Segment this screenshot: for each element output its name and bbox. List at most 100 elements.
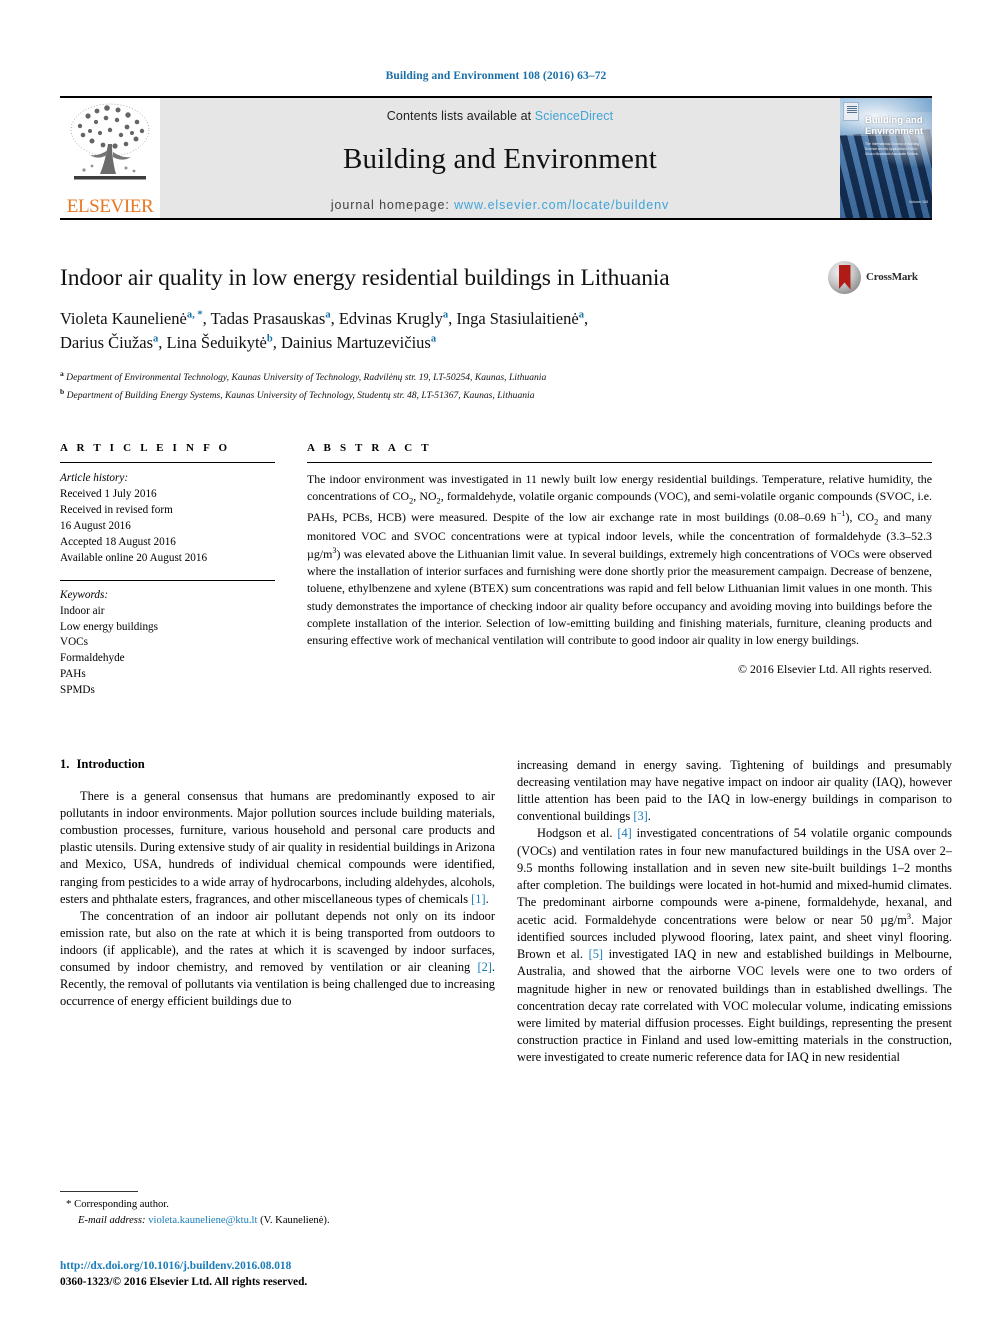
- article-history-list: Received 1 July 2016 Received in revised…: [60, 487, 275, 567]
- abstract-heading: A B S T R A C T: [307, 442, 432, 455]
- email-owner: (V. Kaunelienė).: [260, 1214, 330, 1226]
- author-name: Lina Šeduikytė: [166, 333, 267, 353]
- article-info-column: A R T I C L E I N F O Article history: R…: [60, 442, 275, 699]
- affiliation: b Department of Building Energy Systems,…: [60, 386, 932, 404]
- author-affil-mark: a, *: [186, 309, 203, 321]
- author: Tadas Prasauskasa: [211, 309, 331, 328]
- info-abstract-section: A R T I C L E I N F O Article history: R…: [60, 442, 932, 699]
- affiliation: a Department of Environmental Technology…: [60, 368, 932, 386]
- paragraph-tail: .: [485, 891, 489, 906]
- page-footer: http://dx.doi.org/10.1016/j.buildenv.201…: [60, 1258, 560, 1291]
- article-info-heading: A R T I C L E I N F O: [60, 442, 231, 455]
- abstract-seg-4: ), CO: [845, 509, 875, 524]
- title-block: CrossMark Indoor air quality in low ener…: [60, 260, 932, 404]
- body-columns: 1. Introduction There is a general consen…: [60, 757, 952, 1066]
- cover-title: Building and Environment: [865, 115, 924, 137]
- abstract-seg-6: ) was elevated above the Lithuanian limi…: [307, 547, 932, 647]
- citation-ref[interactable]: [1]: [471, 892, 485, 906]
- author-name: Dainius Martuzevičius: [280, 333, 431, 353]
- abstract-copyright: © 2016 Elsevier Ltd. All rights reserved…: [738, 661, 932, 676]
- paragraph-text: There is a general consensus that humans…: [60, 789, 495, 906]
- footnote-rule: [60, 1190, 138, 1192]
- author-name: Tadas Prasauskas: [210, 308, 326, 328]
- abstract-text: The indoor environment was investigated …: [307, 471, 932, 649]
- paragraph-text: Hodgson et al.: [537, 826, 618, 841]
- paragraph: There is a general consensus that humans…: [60, 788, 495, 908]
- paragraph-text: increasing demand in energy saving. Tigh…: [517, 758, 952, 824]
- author-list: Violeta Kaunelienėa, *, Tadas Prasauskas…: [60, 308, 589, 353]
- history-item: Accepted 18 August 2016: [60, 535, 176, 548]
- author: Inga Stasiulaitienėa: [456, 309, 584, 328]
- homepage-label: journal homepage:: [330, 198, 455, 212]
- contents-line: Contents lists available at ScienceDirec…: [160, 109, 840, 123]
- affiliation-text: Department of Building Energy Systems, K…: [66, 390, 535, 402]
- banner-center: Contents lists available at ScienceDirec…: [160, 98, 840, 218]
- doi-link[interactable]: http://dx.doi.org/10.1016/j.buildenv.201…: [60, 1258, 560, 1275]
- citation-ref[interactable]: [3]: [633, 809, 647, 823]
- keyword-item: Indoor air: [60, 604, 105, 617]
- corresponding-author-note: * Corresponding author.: [60, 1197, 495, 1213]
- abstract-column: A B S T R A C T The indoor environment w…: [307, 442, 932, 699]
- paragraph-tail: .: [647, 809, 651, 824]
- keyword-item: Formaldehyde: [60, 652, 125, 665]
- citation-ref[interactable]: [2]: [477, 960, 491, 974]
- author: Edvinas Kruglya: [339, 309, 448, 328]
- author-affil-mark: a: [325, 309, 331, 321]
- cover-subtitle: The International Journal of Building Sc…: [865, 142, 920, 157]
- author-affil-mark: a: [578, 309, 584, 321]
- journal-name: Building and Environment: [342, 143, 658, 175]
- author-name: Edvinas Krugly: [338, 308, 443, 328]
- paragraph: The concentration of an indoor air pollu…: [60, 908, 495, 1011]
- sciencedirect-link[interactable]: ScienceDirect: [535, 109, 613, 123]
- paper-page: Building and Environment 108 (2016) 63–7…: [0, 0, 992, 1323]
- body-column-left: 1. Introduction There is a general consen…: [60, 757, 495, 1066]
- email-label: E-mail address:: [78, 1214, 146, 1226]
- email-note: E-mail address: violeta.kauneliene@ktu.l…: [60, 1213, 495, 1228]
- affiliation-mark: b: [60, 387, 65, 397]
- section-number: 1.: [60, 757, 70, 772]
- keyword-item: Low energy buildings: [60, 620, 158, 633]
- citation-ref[interactable]: [5]: [589, 947, 603, 961]
- journal-cover-image: Building and Environment The Internation…: [840, 98, 932, 218]
- keywords-rule: [60, 579, 275, 581]
- paragraph-tail: investigated IAQ in new and established …: [517, 947, 952, 1065]
- footnote-block: * Corresponding author. E-mail address: …: [60, 1190, 495, 1228]
- keywords-title: Keywords:: [60, 588, 109, 601]
- section-label: Introduction: [76, 757, 145, 772]
- issn-copyright: 0360-1323/© 2016 Elsevier Ltd. All right…: [60, 1276, 308, 1289]
- contents-prefix: Contents lists available at: [386, 109, 535, 123]
- crossmark-badge[interactable]: CrossMark: [828, 260, 932, 294]
- elsevier-wordmark: ELSEVIER: [66, 196, 154, 217]
- author: Violeta Kaunelienėa, *: [60, 309, 203, 328]
- header-rule-bottom: [60, 218, 932, 220]
- author-name: Darius Čiužas: [60, 333, 154, 353]
- citation-ref[interactable]: [4]: [617, 826, 631, 840]
- keyword-item: SPMDs: [60, 684, 95, 697]
- abstract-rule: [307, 462, 932, 464]
- affiliation-text: Department of Environmental Technology, …: [66, 372, 547, 384]
- article-info-rule: [60, 462, 275, 464]
- affiliation-mark: a: [60, 369, 64, 379]
- paragraph-mid: investigated concentrations of 54 volati…: [517, 826, 952, 928]
- author: Lina Šeduikytėb: [167, 333, 273, 352]
- homepage-url-link[interactable]: www.elsevier.com/locate/buildenv: [454, 198, 669, 212]
- body-column-right: increasing demand in energy saving. Tigh…: [517, 757, 952, 1066]
- author-affil-mark: a: [442, 309, 449, 321]
- running-head: Building and Environment 108 (2016) 63–7…: [385, 70, 607, 82]
- author-affil-mark: b: [266, 333, 273, 345]
- crossmark-icon: [828, 260, 861, 294]
- abstract-seg-2: , NO: [413, 489, 437, 504]
- crossmark-label: CrossMark: [866, 271, 918, 283]
- keyword-item: VOCs: [60, 636, 88, 649]
- paragraph: increasing demand in energy saving. Tigh…: [517, 757, 952, 825]
- history-item: 16 August 2016: [60, 519, 131, 532]
- article-history-title: Article history:: [60, 472, 129, 485]
- author-affil-mark: a: [430, 333, 437, 345]
- corresponding-author-label: Corresponding author.: [74, 1198, 169, 1210]
- email-link[interactable]: violeta.kauneliene@ktu.lt: [148, 1215, 257, 1226]
- cover-publisher-badge: [843, 102, 859, 121]
- elsevier-logo[interactable]: ELSEVIER: [60, 98, 160, 218]
- history-item: Available online 20 August 2016: [60, 551, 208, 564]
- section-title-introduction: 1. Introduction: [60, 757, 495, 772]
- journal-banner: ELSEVIER Contents lists available at Sci…: [60, 98, 932, 218]
